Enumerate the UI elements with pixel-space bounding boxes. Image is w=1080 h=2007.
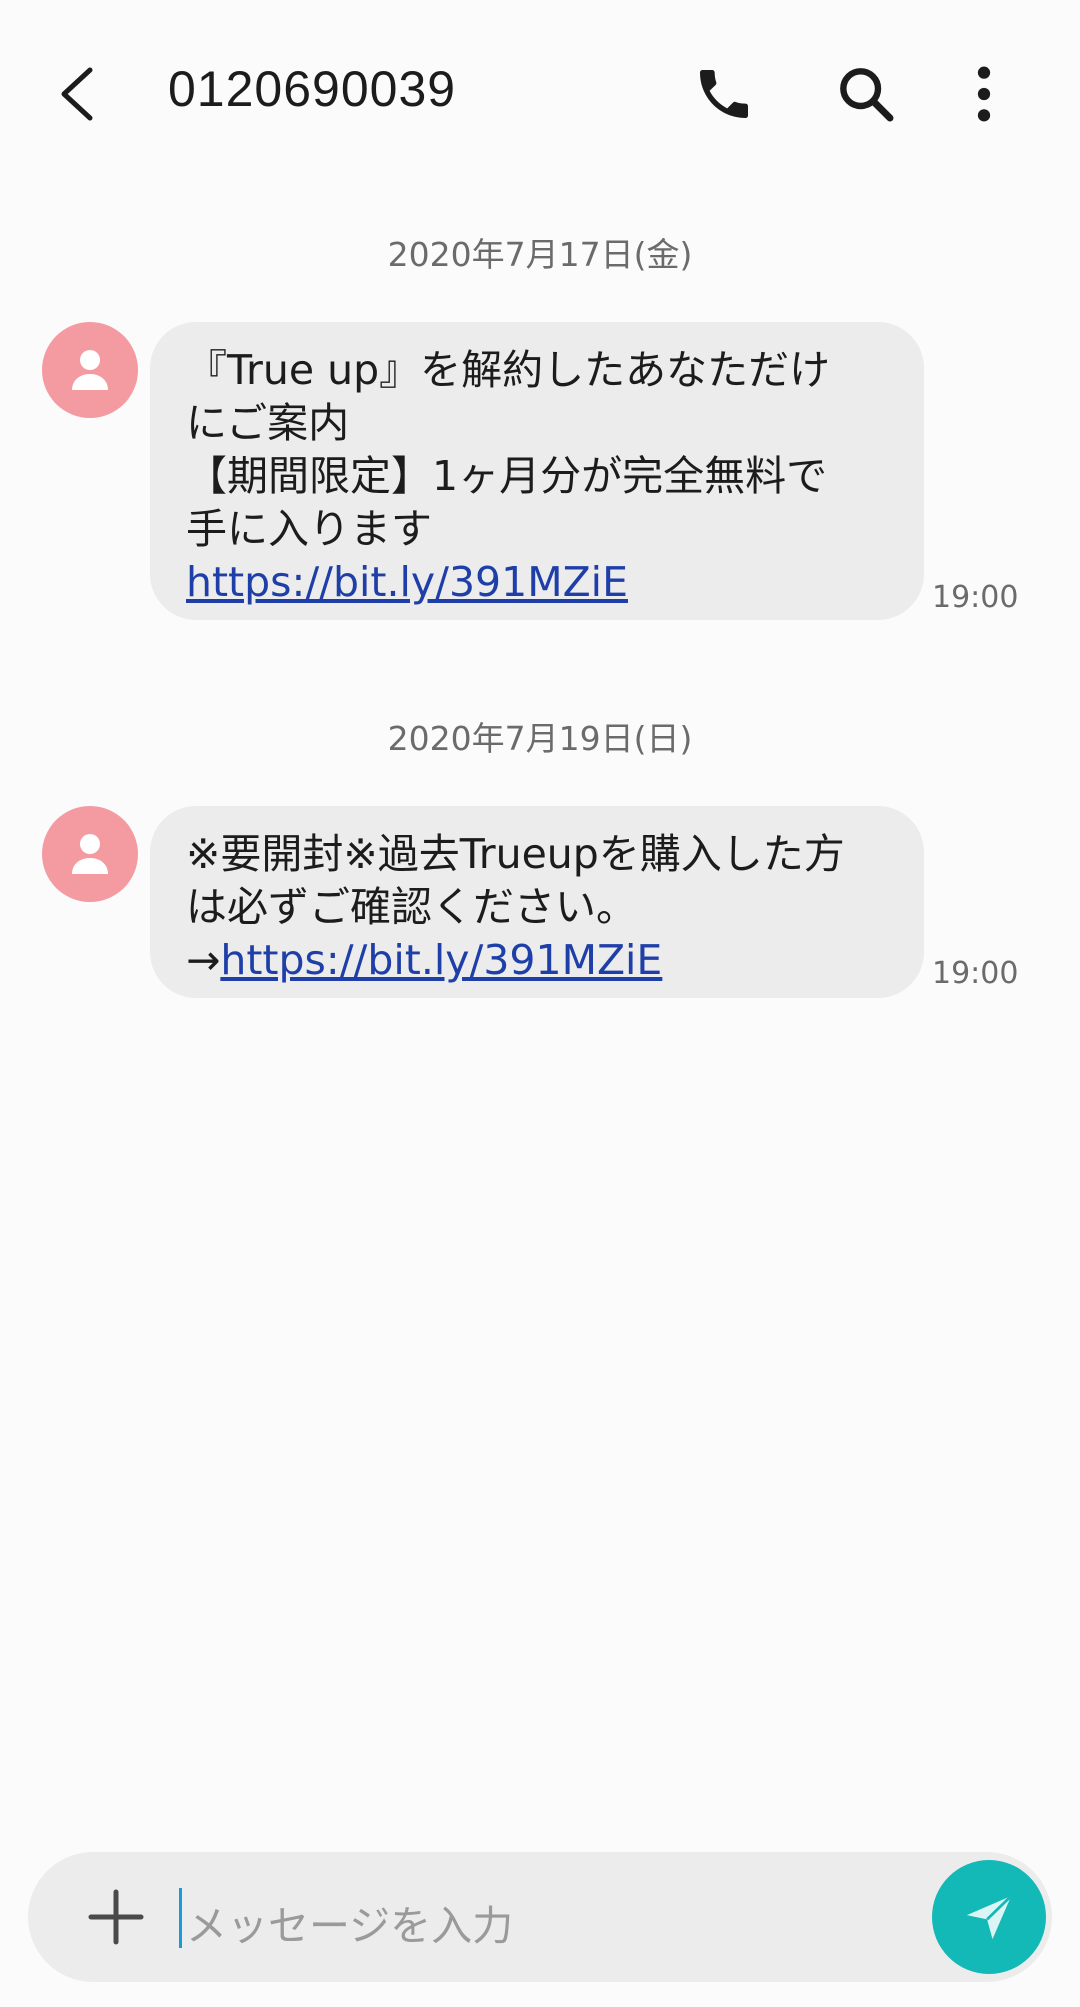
date-separator: 2020年7月17日(金)	[387, 235, 693, 274]
message-text-line: 【期間限定】1ヶ月分が完全無料で	[186, 452, 828, 500]
date-separator: 2020年7月19日(日)	[387, 719, 693, 758]
message-text-line: は必ずご確認ください。	[186, 883, 637, 931]
text-cursor	[179, 1888, 182, 1948]
conversation-header: 0120690039	[0, 0, 1080, 186]
send-icon	[966, 1894, 1013, 1940]
back-arrow-icon	[61, 67, 93, 121]
message-text-line: 『True up』を解約したあなただけ	[186, 346, 831, 394]
plus-icon	[88, 1889, 144, 1945]
message-time: 19:00	[932, 956, 1019, 991]
message-text-line: 手に入ります	[186, 505, 432, 553]
message-link-line: →https://bit.ly/391MZiE	[186, 934, 888, 987]
message-bubble[interactable]: ※要開封※過去Trueupを購入した方 は必ずご確認ください。 →https:/…	[150, 806, 924, 998]
avatar[interactable]	[42, 322, 138, 418]
call-button[interactable]	[686, 56, 762, 132]
arrow-prefix: →	[186, 936, 221, 984]
message-link-line: https://bit.ly/391MZiE	[186, 556, 888, 609]
message-link[interactable]: https://bit.ly/391MZiE	[220, 936, 662, 984]
avatar[interactable]	[42, 806, 138, 902]
phone-icon	[700, 70, 748, 118]
message-link[interactable]: https://bit.ly/391MZiE	[186, 558, 628, 606]
person-icon	[72, 834, 108, 874]
send-button[interactable]	[932, 1860, 1046, 1974]
search-button[interactable]	[828, 56, 904, 132]
search-icon	[840, 68, 894, 122]
person-icon	[72, 350, 108, 390]
more-options-button[interactable]	[946, 56, 1022, 132]
message-bubble[interactable]: 『True up』を解約したあなただけ にご案内 【期間限定】1ヶ月分が完全無料…	[150, 322, 924, 620]
messaging-app: 0120690039 2020年7月17日(金) 『True up』を解約したあ…	[0, 0, 1080, 2007]
message-time: 19:00	[932, 580, 1019, 615]
back-button[interactable]	[40, 48, 112, 140]
message-input[interactable]: メッセージを入力	[186, 1892, 513, 1952]
message-composer: メッセージを入力	[28, 1852, 1052, 1982]
message-text-line: ※要開封※過去Trueupを購入した方	[186, 830, 845, 878]
message-text-line: にご案内	[186, 399, 350, 447]
attach-button[interactable]	[76, 1877, 156, 1957]
contact-title: 0120690039	[168, 61, 457, 117]
more-vertical-icon	[977, 66, 991, 122]
